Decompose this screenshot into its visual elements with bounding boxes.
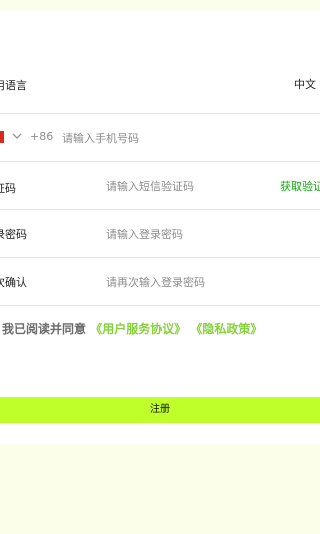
confirm-password-input[interactable]: 请再次输入登录密码 — [106, 274, 205, 290]
user-agreement-link[interactable]: 《用户服务协议》 — [90, 322, 186, 336]
language-row[interactable]: 用语言 中文 — [0, 54, 320, 114]
privacy-policy-link[interactable]: 《隐私政策》 — [190, 322, 262, 336]
register-screen: 用语言 中文 +86 请输入手机号码 证码 请输入短信验证码 获取验证 录密码 … — [0, 0, 320, 534]
password-input[interactable]: 请输入登录密码 — [106, 226, 183, 242]
confirm-password-row: 次确认 请再次输入登录密码 — [0, 258, 320, 306]
password-row: 录密码 请输入登录密码 — [0, 210, 320, 258]
agreement-line: 我已阅读并同意 《用户服务协议》 《隐私政策》 — [2, 320, 262, 337]
chevron-down-icon[interactable] — [12, 131, 22, 141]
sms-code-row: 证码 请输入短信验证码 获取验证 — [0, 162, 320, 210]
register-button[interactable]: 注册 — [0, 397, 320, 423]
agreement-text[interactable]: 我已阅读并同意 — [2, 322, 86, 336]
china-flag-icon — [0, 131, 4, 143]
language-label: 用语言 — [0, 79, 27, 92]
get-code-button[interactable]: 获取验证 — [280, 178, 320, 194]
confirm-password-label: 次确认 — [0, 276, 27, 289]
country-code[interactable]: +86 — [30, 130, 53, 143]
top-strip — [0, 0, 320, 10]
language-select[interactable]: 中文 — [294, 76, 316, 92]
phone-input[interactable]: 请输入手机号码 — [62, 130, 139, 146]
phone-row: +86 请输入手机号码 — [0, 114, 320, 162]
register-form-card: 用语言 中文 +86 请输入手机号码 证码 请输入短信验证码 获取验证 录密码 … — [0, 10, 320, 444]
sms-code-input[interactable]: 请输入短信验证码 — [106, 178, 194, 194]
password-label: 录密码 — [0, 228, 27, 241]
sms-code-label: 证码 — [0, 182, 16, 195]
